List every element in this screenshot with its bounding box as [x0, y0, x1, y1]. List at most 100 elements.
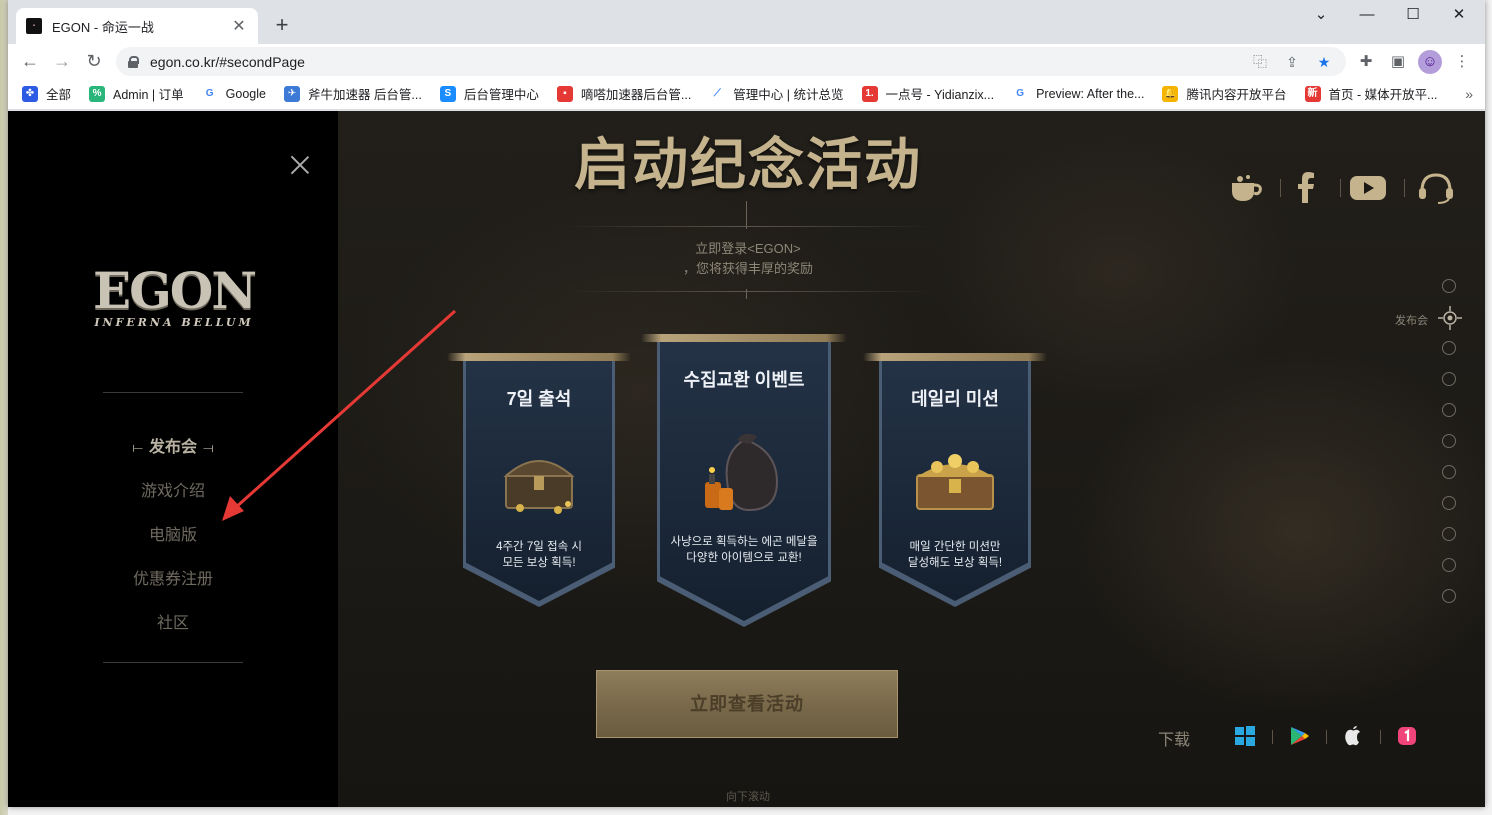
bookmark-item[interactable]: ✤ 全部	[22, 84, 71, 103]
section-dot-1[interactable]	[1442, 279, 1456, 293]
scroll-down-hint[interactable]: 向下滚动	[708, 788, 788, 804]
banner-title: 수집교환 이벤트	[683, 370, 805, 390]
section-dot-4[interactable]	[1442, 372, 1456, 386]
side-menu: ⟝ 发布会 ⟞ 游戏介绍电脑版优惠券注册社区	[103, 426, 243, 646]
bookmark-item[interactable]: ✈ 斧牛加速器 后台管...	[283, 84, 422, 103]
title-divider-line	[746, 201, 747, 229]
bookmark-item[interactable]: ▪ 嘀嗒加速器后台管...	[556, 84, 691, 103]
youtube-icon[interactable]	[1348, 171, 1388, 205]
back-button[interactable]: ←	[16, 48, 44, 76]
section-dot-10[interactable]	[1442, 558, 1456, 572]
side-panel-button[interactable]: ▣	[1386, 50, 1410, 74]
side-menu-item[interactable]: 电脑版	[103, 514, 243, 558]
tab-search-button[interactable]: ⌄	[1298, 0, 1344, 32]
event-banner-daily-mission[interactable]: 데일리 미션 매일 간단한 미션만 달성해도 보상 획득!	[863, 353, 1047, 607]
bookmarks-more-icon[interactable]: »	[1465, 86, 1473, 102]
media-icon: 新	[1304, 85, 1321, 102]
admin-icon: %	[89, 85, 106, 102]
minimize-button[interactable]: —	[1344, 0, 1390, 32]
side-menu-item[interactable]: 优惠券注册	[103, 558, 243, 602]
page-title: 启动纪念活动	[574, 133, 922, 196]
banner-title: 데일리 미션	[911, 389, 999, 409]
reload-button[interactable]: ↻	[80, 48, 108, 76]
section-dot-5[interactable]	[1442, 403, 1456, 417]
bookmark-item[interactable]: S 后台管理中心	[439, 84, 539, 103]
new-tab-button[interactable]: +	[268, 12, 296, 40]
event-banner-exchange[interactable]: 수집교환 이벤트 사냥으로 획득하는 에곤 메달을 다양한 아이템으로 교환!	[641, 334, 847, 627]
subtitle-bottom-rule	[563, 291, 933, 292]
tab-title: EGON - 命运一战	[52, 19, 154, 35]
subtitle-line-1: 立即登录<EGON>	[695, 241, 801, 256]
forward-button[interactable]: →	[48, 48, 76, 76]
close-icon[interactable]	[290, 155, 310, 175]
bookmark-star-icon[interactable]: ★	[1314, 52, 1334, 72]
axe-icon: ✈	[283, 85, 300, 102]
subtitle-tick	[746, 289, 747, 299]
browser-menu-button[interactable]: ⋮	[1450, 50, 1474, 74]
browser-window: ▪ EGON - 命运一战 ✕ + ⌄ — ☐ ✕ ← → ↻ egon.co.…	[8, 0, 1485, 807]
view-event-button[interactable]: 立即查看活动	[596, 670, 898, 738]
cafe-cup-icon[interactable]	[1226, 171, 1266, 205]
egon-logo: EGON INFERNA BELLUM	[86, 266, 262, 336]
download-separator	[1272, 730, 1273, 744]
bookmark-label: 腾讯内容开放平台	[1186, 88, 1287, 102]
treasure-chest-icon	[503, 460, 575, 514]
side-menu-item[interactable]: 社区	[103, 602, 243, 646]
banner-title: 7일 출석	[506, 389, 572, 409]
bookmark-item[interactable]: G Google	[201, 85, 266, 102]
yidian-icon: 1.	[861, 85, 878, 102]
social-separator	[1280, 179, 1281, 197]
ornament-left-icon: ⟝	[132, 440, 143, 455]
puzzle-icon: ✚	[1359, 53, 1373, 70]
bookmark-label: 首页 - 媒体开放平...	[1328, 88, 1438, 102]
close-window-button[interactable]: ✕	[1436, 0, 1482, 32]
tab-close-icon[interactable]: ✕	[230, 16, 248, 36]
section-dot-8[interactable]	[1442, 496, 1456, 510]
side-panel-icon: ▣	[1390, 53, 1406, 70]
apple-icon[interactable]	[1342, 725, 1364, 747]
banner-rod	[641, 334, 847, 342]
translate-icon[interactable]: ⿻	[1250, 52, 1270, 72]
section-dot-9[interactable]	[1442, 527, 1456, 541]
menu-bottom-divider	[103, 662, 243, 663]
bookmark-label: 全部	[46, 88, 72, 102]
banner-desc-line-2: 모든 보상 획득!	[502, 557, 576, 569]
bookmark-label: 一点号 - Yidianzix...	[885, 88, 995, 102]
section-dot-7[interactable]	[1442, 465, 1456, 479]
subtitle: 立即登录<EGON> ，您将获得丰厚的奖励	[598, 239, 898, 279]
onestore-icon[interactable]	[1396, 725, 1418, 747]
extensions-button[interactable]: ✚	[1354, 50, 1378, 74]
google-play-icon[interactable]	[1288, 725, 1310, 747]
section-dot-active-icon[interactable]	[1438, 306, 1462, 330]
side-menu-label: 电脑版	[148, 527, 197, 544]
bookmark-label: Google	[225, 86, 266, 101]
side-menu-item[interactable]: ⟝ 发布会 ⟞	[103, 426, 243, 470]
bookmark-item[interactable]: 新首页 - 媒体开放平...	[1304, 84, 1438, 103]
browser-tab[interactable]: ▪ EGON - 命运一战 ✕	[16, 8, 258, 44]
download-separator	[1326, 730, 1327, 744]
arrow-left-icon: ←	[21, 51, 39, 71]
profile-avatar[interactable]: ☺	[1418, 50, 1442, 74]
side-menu-item[interactable]: 游戏介绍	[103, 470, 243, 514]
windows-icon[interactable]	[1234, 725, 1256, 747]
bookmark-item[interactable]: % Admin | 订单	[89, 84, 184, 103]
bookmark-item[interactable]: 1. 一点号 - Yidianzix...	[861, 84, 995, 103]
bookmark-item[interactable]: G Preview: After the...	[1012, 85, 1144, 102]
headset-support-icon[interactable]	[1416, 171, 1456, 205]
bookmark-item[interactable]: 🔔 腾讯内容开放平台	[1162, 84, 1287, 103]
side-menu-panel: EGON INFERNA BELLUM ⟝ 发布会 ⟞ 游戏介绍电脑版优惠券注册社区	[8, 111, 338, 807]
section-dot-6[interactable]	[1442, 434, 1456, 448]
bookmark-item[interactable]: ⟋ 管理中心 | 统计总览	[709, 84, 844, 103]
bookmark-label: 斧牛加速器 后台管...	[307, 88, 422, 102]
side-menu-label: 社区	[156, 615, 189, 632]
event-banner-attendance[interactable]: 7일 출석 4주간 7일 접속 시 모든 보상 획득!	[447, 353, 631, 607]
facebook-icon[interactable]	[1286, 171, 1326, 205]
bookmark-label: 管理中心 | 统计总览	[733, 88, 844, 102]
maximize-button[interactable]: ☐	[1390, 0, 1436, 32]
section-dot-11[interactable]	[1442, 589, 1456, 603]
section-dot-3[interactable]	[1442, 341, 1456, 355]
url-text[interactable]: egon.co.kr/#secondPage	[150, 54, 1238, 70]
banner-desc-line-1: 사냥으로 획득하는 에곤 메달을	[670, 536, 818, 548]
address-bar[interactable]: egon.co.kr/#secondPage ⿻ ⇪ ★	[116, 47, 1346, 76]
share-icon[interactable]: ⇪	[1282, 52, 1302, 72]
